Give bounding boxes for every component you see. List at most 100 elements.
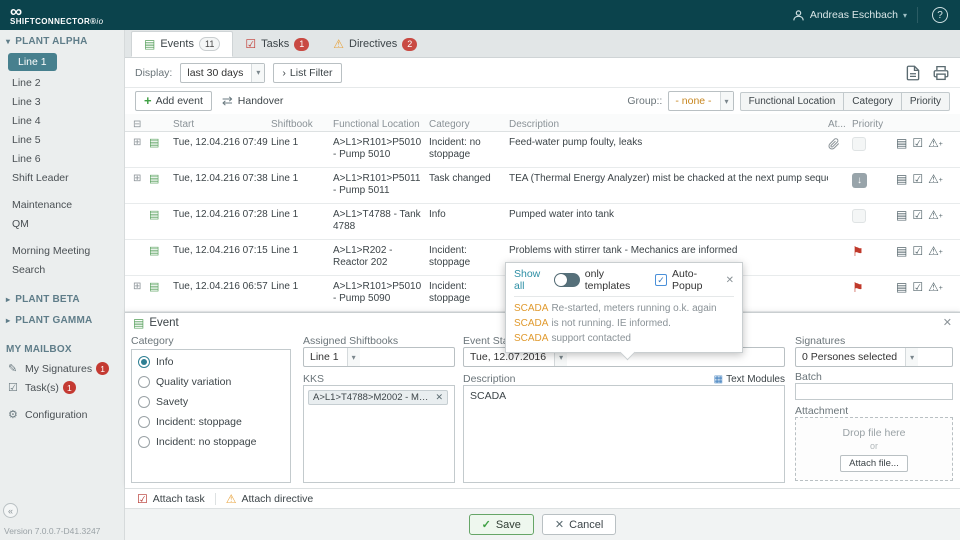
kks-chip[interactable]: A>L1>T4788>M2002 - Musterzug 20... ✕ [308,390,448,405]
text-module-item[interactable]: SCADAsupport contacted [514,331,734,346]
create-task-icon[interactable]: ☑ [912,173,923,186]
category-option-info[interactable]: Info [132,350,290,370]
sidebar-section-plant-beta[interactable]: ▸ PLANT BETA [0,288,124,309]
priority-low-icon[interactable]: ↓ [852,173,867,188]
sidebar-collapse-button[interactable]: « [3,503,18,518]
sidebar-item-line1-selected[interactable]: Line 1 [8,53,57,71]
column-header-priority[interactable]: Priority [852,114,896,131]
column-header-functional-location[interactable]: Functional Location [333,114,429,131]
assigned-shiftbooks-select[interactable]: Line 1 ▾ [303,347,455,367]
description-textarea[interactable]: SCADA [463,385,785,483]
attach-options-bar: ☑ Attach task ⚠ Attach directive [125,488,960,508]
close-popup-icon[interactable]: ✕ [726,275,734,286]
sidebar-section-plant-alpha[interactable]: ▾ PLANT ALPHA [0,30,124,51]
batch-input[interactable] [795,383,953,400]
tab-directives[interactable]: ⚠ Directives 2 [321,31,429,57]
create-directive-icon[interactable]: ⚠ [928,281,939,294]
table-row[interactable]: ▤ Tue, 12.04.216 07:28 Line 1 A>L1>T4788… [125,204,960,240]
sidebar-section-plant-gamma[interactable]: ▸ PLANT GAMMA [0,309,124,330]
templates-toggle[interactable] [554,273,580,287]
sidebar-item-shift-leader[interactable]: Shift Leader [0,169,124,188]
create-directive-icon[interactable]: ⚠ [928,173,939,186]
table-row[interactable]: ⊞ ▤ Tue, 12.04.216 07:38 Line 1 A>L1>R10… [125,168,960,204]
priority-high-flag-icon[interactable]: ⚑ [852,280,864,295]
table-row[interactable]: ⊞ ▤ Tue, 12.04.216 07:49 Line 1 A>L1>R10… [125,132,960,168]
attach-file-button[interactable]: Attach file... [840,455,908,472]
expand-row-icon[interactable]: ⊞ [133,281,141,292]
sidebar-item-tasks[interactable]: ☑ Task(s) 1 [0,378,124,397]
create-directive-icon[interactable]: ⚠ [928,245,939,258]
help-button[interactable]: ? [932,7,948,23]
create-task-icon[interactable]: ☑ [912,245,923,258]
category-option-incident-stoppage[interactable]: Incident: stoppage [132,410,290,430]
priority-none-icon[interactable] [852,209,866,223]
add-event-button[interactable]: + Add event [135,91,212,111]
top-bar: ∞ SHIFTCONNECTOR®io Andreas Eschbach ▾ ? [0,0,960,30]
list-filter-button[interactable]: › List Filter [273,63,341,83]
attach-directive-button[interactable]: ⚠ Attach directive [226,492,314,506]
remove-chip-icon[interactable]: ✕ [435,392,443,403]
priority-high-flag-icon[interactable]: ⚑ [852,244,864,259]
category-option-incident-no-stoppage[interactable]: Incident: no stoppage [132,430,290,450]
tab-tasks[interactable]: ☑ Tasks 1 [233,31,321,57]
create-task-icon[interactable]: ☑ [912,209,923,222]
category-option-quality-variation[interactable]: Quality variation [132,370,290,390]
create-directive-icon[interactable]: ⚠ [928,137,939,150]
cancel-button[interactable]: ✕ Cancel [542,514,616,535]
event-note-icon[interactable]: ▤ [896,173,907,186]
cell-shiftbook: Line 1 [271,240,333,257]
export-report-icon[interactable] [904,64,922,82]
close-panel-icon[interactable]: ✕ [943,316,952,329]
expand-row-icon[interactable]: ⊞ [133,173,141,184]
column-header-shiftbook[interactable]: Shiftbook [271,114,333,131]
create-task-icon[interactable]: ☑ [912,281,923,294]
priority-none-icon[interactable] [852,137,866,151]
group-by-priority-button[interactable]: Priority [901,92,950,111]
event-note-icon[interactable]: ▤ [896,137,907,150]
create-task-icon[interactable]: ☑ [912,137,923,150]
event-note-icon[interactable]: ▤ [896,209,907,222]
show-all-link[interactable]: Show all [514,268,549,292]
collapse-all-icon[interactable]: ⊟ [133,119,141,130]
signatures-select[interactable]: 0 Persones selected ▾ [795,347,953,367]
group-none-select[interactable]: - none - ▾ [668,91,733,111]
event-note-icon[interactable]: ▤ [896,281,907,294]
sidebar-item-search[interactable]: Search [0,261,124,280]
column-header-start[interactable]: Start [173,114,271,131]
sidebar-item-line3[interactable]: Line 3 [0,93,124,112]
date-range-select[interactable]: last 30 days ▾ [180,63,265,83]
text-modules-button[interactable]: ▦ Text Modules [714,374,785,385]
cell-functional-location: A>L1>R101>P5010 - Pump 5010 [333,132,429,161]
file-dropzone[interactable]: Drop file here or Attach file... [795,417,953,481]
sidebar-item-maintenance[interactable]: Maintenance [0,196,124,215]
sidebar-item-configuration[interactable]: ⚙ Configuration [0,405,124,424]
text-module-item[interactable]: SCADARe-started, meters running o.k. aga… [514,301,734,316]
paperclip-attachment-icon[interactable] [828,143,840,154]
create-directive-icon[interactable]: ⚠ [928,209,939,222]
sidebar-item-morning-meeting[interactable]: Morning Meeting [0,242,124,261]
event-note-icon[interactable]: ▤ [896,245,907,258]
column-header-attachment[interactable]: At... [828,114,852,131]
group-by-functional-location-button[interactable]: Functional Location [740,92,845,111]
text-module-item[interactable]: SCADAis not running. IE informed. [514,316,734,331]
column-header-description[interactable]: Description [509,114,828,131]
kks-box[interactable]: A>L1>T4788>M2002 - Musterzug 20... ✕ [303,385,455,483]
handover-button[interactable]: ⇄ Handover [222,93,283,109]
column-header-category[interactable]: Category [429,114,509,131]
sidebar-item-line6[interactable]: Line 6 [0,150,124,169]
attach-task-checkbox[interactable]: ☑ Attach task [137,492,205,506]
expand-row-icon[interactable]: ⊞ [133,137,141,148]
auto-popup-checkbox[interactable]: ✓ [655,274,667,286]
sidebar-item-line4[interactable]: Line 4 [0,112,124,131]
sidebar-item-line2[interactable]: Line 2 [0,74,124,93]
sidebar-item-line5[interactable]: Line 5 [0,131,124,150]
sidebar-item-qm[interactable]: QM [0,215,124,234]
save-button[interactable]: ✓ Save [469,514,534,535]
tab-label: Directives [349,38,397,50]
category-option-savety[interactable]: Savety [132,390,290,410]
tab-events[interactable]: ▤ Events 11 [131,31,233,57]
user-menu[interactable]: Andreas Eschbach ▾ [792,9,907,22]
print-icon[interactable] [932,64,950,82]
group-by-category-button[interactable]: Category [843,92,902,111]
sidebar-item-my-signatures[interactable]: ✎ My Signatures 1 [0,359,124,378]
